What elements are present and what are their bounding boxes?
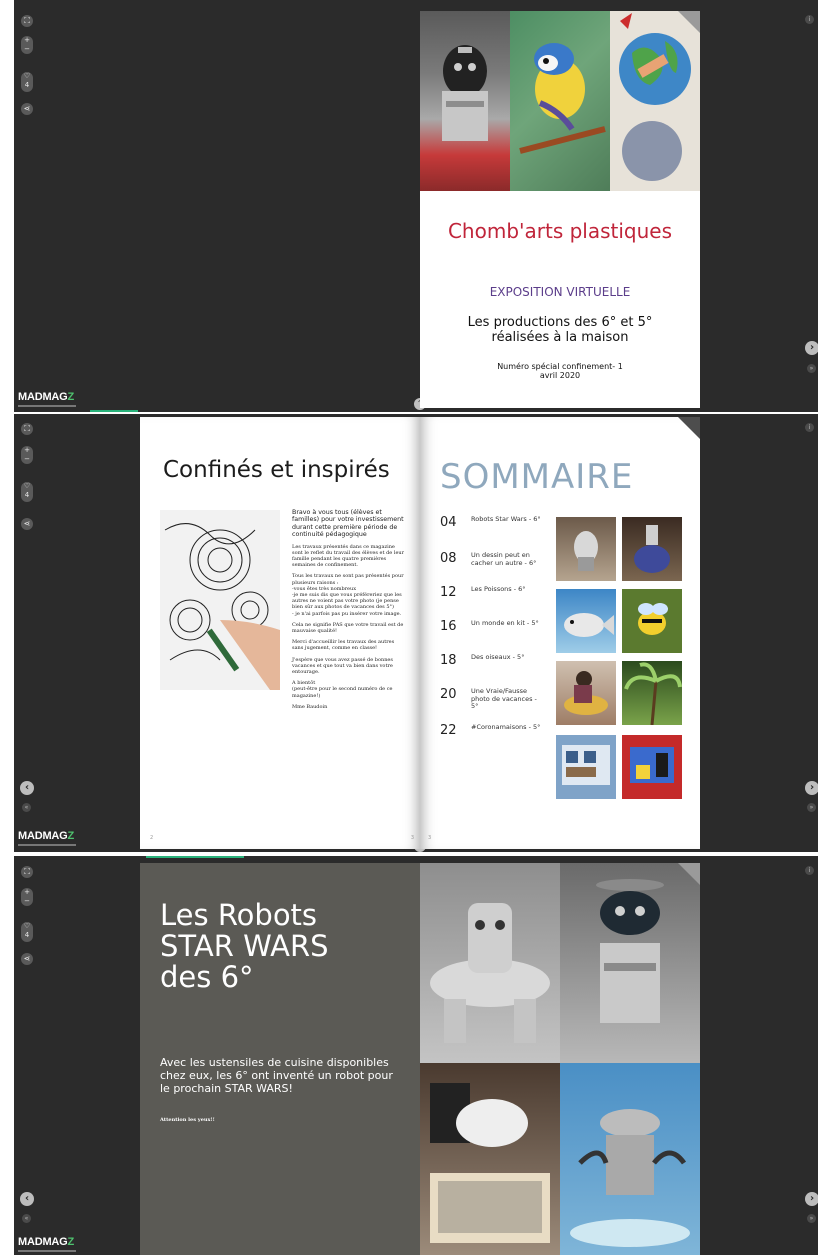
page-curl-corner[interactable] [678, 863, 700, 885]
info-icon[interactable]: i [805, 15, 814, 24]
sommaire-page: SOMMAIRE 04 Robots Star Wars - 6° 08 Un … [420, 417, 700, 849]
heart-icon: ♡ [23, 922, 31, 930]
robots-title: Les Robots STAR WARS des 6° [160, 898, 329, 994]
earth-drawing [610, 11, 700, 191]
heart-icon: ♡ [23, 482, 31, 490]
info-icon[interactable]: i [805, 866, 814, 875]
last-page-button[interactable]: » [807, 803, 816, 812]
like-button[interactable]: ♡ 4 [21, 922, 33, 942]
first-page-button[interactable]: « [22, 1214, 31, 1223]
prev-page-button[interactable]: ‹ [20, 781, 34, 795]
toc-label: Robots Star Wars - 6° [471, 515, 541, 523]
robots-text: Avec les ustensiles de cuisine disponibl… [160, 1056, 393, 1095]
zoom-in-icon[interactable]: + [24, 888, 30, 896]
cover-issue: Numéro spécial confinement- 1 avril 2020 [497, 362, 623, 380]
zoom-in-icon[interactable]: + [24, 446, 30, 454]
zoom-out-icon[interactable]: − [24, 45, 30, 53]
like-button[interactable]: ♡ 4 [21, 72, 33, 92]
viewer-intro-spread: ⛶ + − ♡ 4 ⋖ i ‹ « › » MADMAGZ ⌃ Confinés… [14, 414, 818, 852]
next-page-button[interactable]: › [805, 341, 818, 355]
viewer-cover-spread: ⛶ + − ♡ 4 ⋖ i › » MADMAGZ ⌃ [14, 0, 818, 412]
toc-page-number: 16 [440, 619, 457, 634]
last-page-button[interactable]: » [807, 364, 816, 373]
toc-page-number: 04 [440, 515, 457, 530]
next-page-button[interactable]: › [805, 1192, 818, 1206]
first-page-button[interactable]: « [22, 803, 31, 812]
madmagz-logo[interactable]: MADMAGZ [18, 1236, 74, 1248]
colander-robot-photo [420, 1063, 560, 1255]
intro-title: Confinés et inspirés [163, 457, 390, 483]
cover-page: Chomb'arts plastiques EXPOSITION VIRTUEL… [420, 11, 700, 408]
last-page-button[interactable]: » [807, 1214, 816, 1223]
cover-subtitle: EXPOSITION VIRTUELLE [489, 285, 631, 299]
heart-icon: ♡ [23, 72, 31, 80]
robots-intro-page: Les Robots STAR WARS des 6° Avec les ust… [140, 863, 420, 1255]
thumbnail-bottle[interactable] [622, 517, 682, 581]
thumbnail-house-model[interactable] [556, 735, 616, 799]
toc-label: Les Poissons - 6° [471, 585, 526, 593]
steel-robot-photo [560, 1063, 700, 1255]
share-icon[interactable]: ⋖ [21, 518, 33, 530]
page-number-right-edge: 3 [410, 835, 414, 841]
intro-text: Bravo à vous tous (élèves et familles) p… [292, 509, 405, 710]
thumbnail-robot[interactable] [556, 517, 616, 581]
like-count: 4 [24, 81, 30, 89]
viewer-robots-spread: ⛶ + − ♡ 4 ⋖ i ‹ « › » MADMAGZ Les Robots… [14, 856, 818, 1255]
thumbnail-vacation-photo[interactable] [556, 661, 616, 725]
page-curl-corner[interactable] [678, 11, 700, 33]
thumbnail-palm[interactable] [622, 661, 682, 726]
like-button[interactable]: ♡ 4 [21, 482, 33, 502]
robot-photo [420, 11, 510, 191]
zoom-out-icon[interactable]: − [24, 455, 30, 463]
bird-painting [510, 11, 610, 191]
toc-label: #Coronamaisons - 5° [471, 723, 541, 731]
zoom-control[interactable]: + − [21, 888, 33, 906]
like-count: 4 [24, 931, 30, 939]
reading-progress-bar [146, 856, 244, 858]
toc-page-number: 12 [440, 585, 457, 600]
fullscreen-icon[interactable]: ⛶ [21, 423, 33, 435]
toc-page-number: 22 [440, 723, 457, 738]
thumbnail-fish[interactable] [556, 589, 616, 653]
toc-label: Un dessin peut en cacher un autre - 6° [471, 551, 537, 567]
prev-page-button[interactable]: ‹ [20, 1192, 34, 1206]
zoom-control[interactable]: + − [21, 36, 33, 54]
share-icon[interactable]: ⋖ [21, 103, 33, 115]
next-page-button[interactable]: › [805, 781, 818, 795]
robots-photo-page [420, 863, 700, 1255]
reading-progress-bar [90, 410, 138, 412]
toc-page-number: 18 [440, 653, 457, 668]
thumbnail-red-room[interactable] [622, 735, 682, 799]
info-icon[interactable]: i [805, 423, 814, 432]
robots-note: Attention les yeux!! [160, 1117, 215, 1123]
thumbnail-bee[interactable] [622, 589, 682, 653]
zoom-in-icon[interactable]: + [24, 36, 30, 44]
foil-robot-photo [420, 863, 560, 1063]
cover-title: Chomb'arts plastiques [447, 219, 673, 243]
logo-underline [18, 405, 76, 407]
zoom-out-icon[interactable]: − [24, 897, 30, 905]
logo-underline [18, 1250, 76, 1252]
madmagz-logo[interactable]: MADMAGZ [18, 391, 74, 403]
mandala-drawing [160, 510, 280, 690]
toc-label: Des oiseaux - 5° [471, 653, 525, 661]
page-curl-corner[interactable] [678, 417, 700, 439]
share-icon[interactable]: ⋖ [21, 953, 33, 965]
toc-label: Un monde en kit - 5° [471, 619, 539, 627]
fullscreen-icon[interactable]: ⛶ [21, 866, 33, 878]
toc-page-number: 20 [440, 687, 457, 702]
cover-heading: Les productions des 6° et 5° réalisées à… [467, 315, 653, 345]
page-number-right: 3 [428, 835, 432, 841]
sommaire-title: SOMMAIRE [440, 457, 634, 497]
pot-robot-photo [560, 863, 700, 1063]
toc-label: Une Vraie/Fausse photo de vacances - 5° [471, 687, 537, 710]
zoom-control[interactable]: + − [21, 446, 33, 464]
toc-page-number: 08 [440, 551, 457, 566]
madmagz-logo[interactable]: MADMAGZ [18, 830, 74, 842]
logo-underline [18, 844, 76, 846]
page-number-left: 2 [150, 835, 154, 841]
fullscreen-icon[interactable]: ⛶ [21, 15, 33, 27]
intro-page: Confinés et inspirés Bravo à vous tous (… [140, 417, 420, 849]
like-count: 4 [24, 491, 30, 499]
